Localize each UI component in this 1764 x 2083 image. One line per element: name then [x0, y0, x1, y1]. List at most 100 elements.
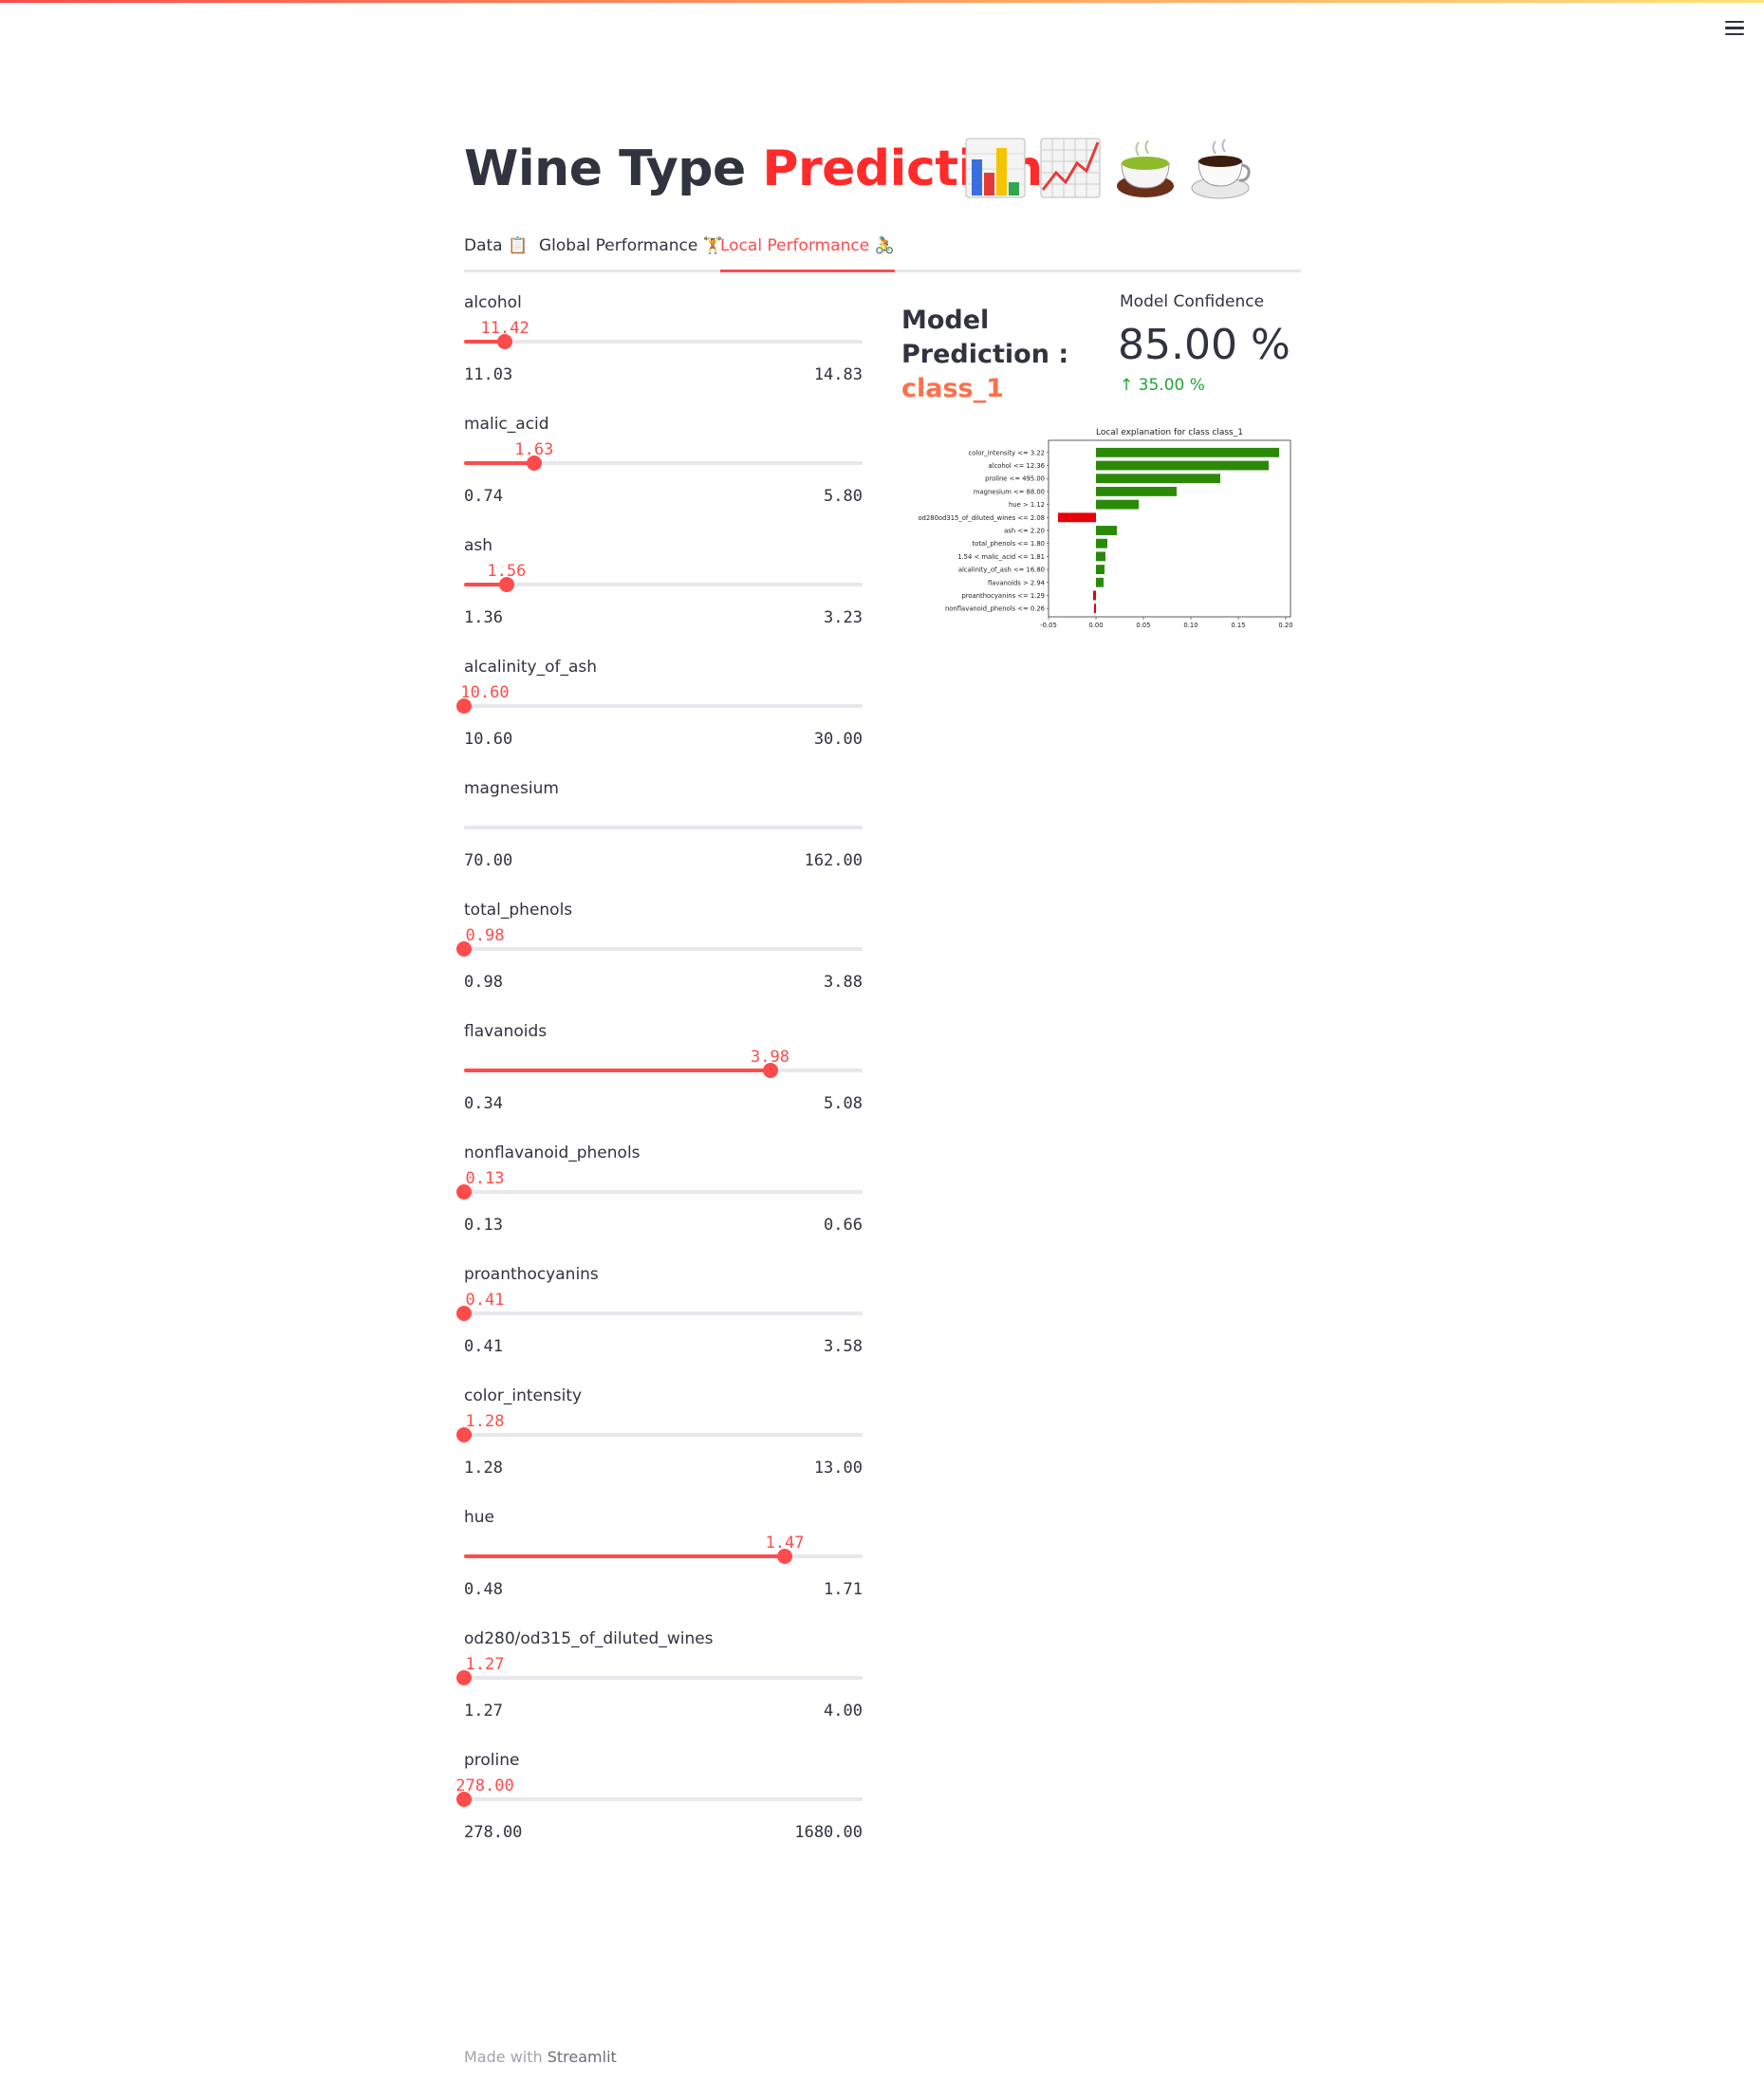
chart-bar	[1093, 590, 1096, 601]
slider-od280-od315-of-diluted-wines[interactable]: od280/od315_of_diluted_wines 1.27 1.27 4.00	[456, 1628, 863, 1742]
slider-ash[interactable]: ash 1.56 1.36 3.23	[464, 535, 863, 649]
slider-track[interactable]	[456, 1427, 863, 1442]
slider-max: 13.00	[813, 1459, 863, 1478]
chart-bar	[1096, 565, 1105, 575]
slider-min: 1.28	[464, 1459, 503, 1478]
slider-min: 278.00	[464, 1823, 523, 1842]
slider-min: 0.34	[464, 1094, 503, 1113]
arrow-up-icon: ↑	[1120, 376, 1134, 395]
slider-max: 5.80	[824, 487, 863, 506]
slider-value: 1.28	[465, 1412, 505, 1431]
hamburger-icon-line	[1725, 32, 1744, 36]
slider-max: 5.08	[824, 1094, 863, 1113]
chart-category-label: magnesium <= 88.00	[974, 488, 1045, 495]
slider-track[interactable]	[464, 1549, 863, 1564]
slider-max: 3.23	[824, 608, 863, 627]
slider-proline[interactable]: proline 278.00 278.00 1680.00	[455, 1750, 863, 1864]
chart-xtick-label: 0.05	[1136, 622, 1150, 629]
slider-track[interactable]	[456, 1670, 863, 1685]
slider-track[interactable]	[464, 577, 863, 592]
slider-min: 1.36	[464, 608, 503, 627]
slider-label: hue	[464, 1508, 495, 1527]
slider-nonflavanoid-phenols[interactable]: nonflavanoid_phenols 0.13 0.13 0.66	[456, 1143, 863, 1256]
chart-xtick-label: -0.05	[1040, 622, 1057, 629]
slider-min: 0.74	[464, 487, 503, 506]
slider-flavanoids[interactable]: flavanoids 3.98 0.34 5.08	[464, 1021, 863, 1135]
slider-track[interactable]	[456, 941, 863, 957]
main-menu-button[interactable]	[1722, 17, 1747, 42]
tab-bar: Data 📋 Global Performance 🏋 Local Perfor…	[464, 228, 1301, 272]
slider-min: 11.03	[464, 365, 513, 384]
metric-value: 85.00 %	[1118, 321, 1291, 369]
chart-xtick-label: 0.20	[1278, 622, 1292, 629]
slider-label: nonflavanoid_phenols	[464, 1144, 641, 1162]
slider-total-phenols[interactable]: total_phenols 0.98 0.98 3.88	[456, 900, 863, 1014]
coffee-icon	[1191, 139, 1251, 199]
slider-max: 1.71	[824, 1580, 863, 1599]
slider-min: 70.00	[464, 851, 513, 870]
slider-value: 3.98	[751, 1048, 790, 1067]
slider-value: 10.60	[460, 683, 510, 702]
model-prediction: Model Prediction : class_1	[901, 304, 1068, 406]
chart-bar	[1094, 604, 1096, 614]
tab-global-performance-label: Global Performance	[539, 236, 698, 255]
local-explanation-chart: Local explanation for class class_1color…	[918, 428, 1292, 629]
prediction-heading-line1: Model	[901, 306, 990, 335]
chart-bar	[1096, 499, 1139, 510]
chart-category-label: alcalinity_of_ash <= 16.80	[958, 567, 1045, 574]
slider-fill	[464, 1069, 771, 1072]
slider-track[interactable]	[456, 698, 863, 714]
slider-label: proline	[464, 1751, 520, 1770]
chart-bar	[1096, 538, 1107, 549]
slider-alcalinity-of-ash[interactable]: alcalinity_of_ash 10.60 10.60 30.00	[456, 657, 863, 771]
slider-magnesium[interactable]: magnesium 70.00 162.00	[464, 778, 863, 892]
slider-label: od280/od315_of_diluted_wines	[464, 1629, 714, 1648]
slider-hue[interactable]: hue 1.47 0.48 1.71	[464, 1507, 863, 1621]
slider-value: 0.98	[465, 926, 505, 945]
chart-bar	[1096, 486, 1177, 496]
chart-title: Local explanation for class class_1	[1096, 428, 1243, 437]
tab-data-label: Data	[464, 236, 503, 255]
slider-max: 0.66	[824, 1216, 863, 1235]
tab-global-performance[interactable]: Global Performance 🏋	[539, 233, 723, 270]
metric-delta: ↑ 35.00 %	[1120, 376, 1205, 395]
slider-min: 0.98	[464, 973, 503, 992]
chart-bar	[1096, 474, 1220, 484]
slider-track[interactable]	[456, 1792, 863, 1807]
slider-max: 4.00	[824, 1702, 863, 1720]
slider-min: 0.41	[464, 1337, 503, 1356]
slider-malic-acid[interactable]: malic_acid 1.63 0.74 5.80	[464, 414, 863, 528]
slider-min: 0.48	[464, 1580, 503, 1599]
slider-proanthocyanins[interactable]: proanthocyanins 0.41 0.41 3.58	[456, 1264, 863, 1378]
slider-color-intensity[interactable]: color_intensity 1.28 1.28 13.00	[456, 1386, 863, 1499]
slider-value: 1.47	[765, 1534, 805, 1553]
chart-bar	[1058, 512, 1096, 523]
metric-delta-value: 35.00 %	[1138, 376, 1205, 395]
tab-local-performance[interactable]: Local Performance 🚴	[720, 233, 895, 272]
chart-category-label: proline <= 495.00	[985, 475, 1045, 483]
slider-label: proanthocyanins	[464, 1265, 599, 1284]
chart-category-label: total_phenols <= 1.80	[973, 540, 1046, 548]
slider-track[interactable]	[464, 456, 863, 471]
slider-label: flavanoids	[464, 1022, 548, 1041]
slider-track[interactable]	[464, 826, 863, 829]
chart-category-label: flavanoids > 2.94	[988, 579, 1045, 586]
slider-value: 1.27	[465, 1655, 505, 1674]
chart-bar	[1096, 526, 1117, 535]
tab-data[interactable]: Data 📋	[464, 233, 528, 270]
footer-prefix: Made with	[464, 2048, 543, 2066]
prediction-heading-line2: Prediction :	[901, 340, 1069, 369]
footer-brand-link[interactable]: Streamlit	[548, 2048, 617, 2066]
chart-xtick-label: 0.00	[1088, 622, 1103, 629]
slider-alcohol[interactable]: alcohol 11.42 11.03 14.83	[464, 292, 863, 406]
predicted-class: class_1	[901, 374, 1004, 403]
slider-track[interactable]	[456, 1306, 863, 1321]
slider-track[interactable]	[464, 334, 863, 349]
tea-icon	[1117, 139, 1174, 197]
slider-value: 0.41	[465, 1291, 505, 1310]
slider-label: color_intensity	[464, 1386, 583, 1405]
chart-xtick-label: 0.10	[1183, 622, 1198, 629]
slider-track[interactable]	[456, 1184, 863, 1200]
slider-max: 14.83	[813, 365, 863, 384]
slider-track[interactable]	[464, 1063, 863, 1078]
